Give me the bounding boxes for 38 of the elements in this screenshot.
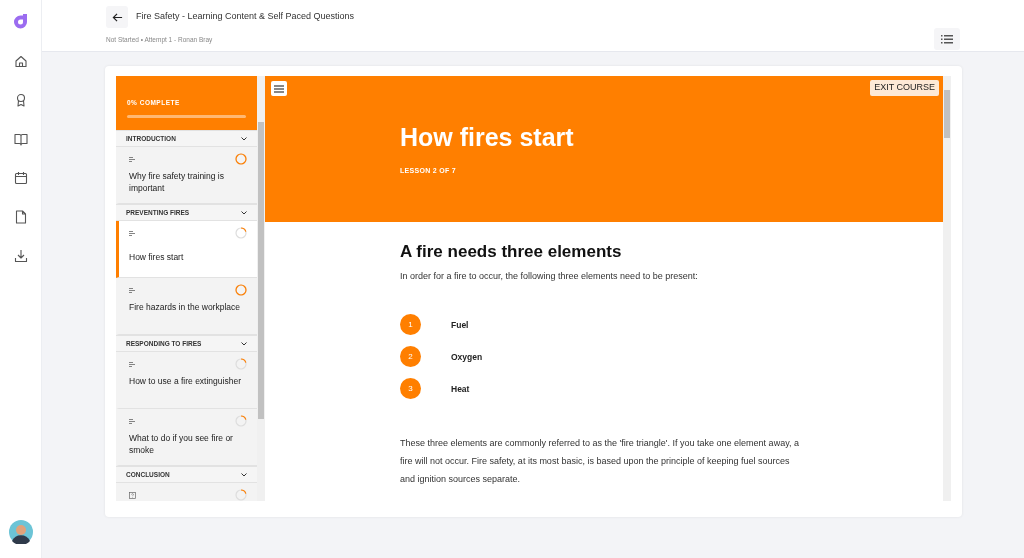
book-icon[interactable] <box>13 132 28 146</box>
back-button[interactable] <box>106 6 128 28</box>
section-heading: A fire needs three elements <box>400 242 623 263</box>
element-label: Fuel <box>451 318 469 332</box>
lesson-title: How to use a fire extinguisher <box>129 375 242 387</box>
lesson-title: How fires start <box>400 124 575 152</box>
number-badge: 3 <box>400 378 421 400</box>
lesson-title: What to do if you see fire or smoke <box>129 432 234 456</box>
back-arrow-icon <box>111 11 123 23</box>
question-square-icon <box>129 491 136 499</box>
body-paragraph: These three elements are commonly referred to as the 'fire triangle'. If you take one element away, a fire will not occur. Fire safety, at its most basic, is based upon the principle of keeping fuel sources and ignition sources separate. <box>400 436 800 486</box>
intro-text: In order for a fire to occur, the following three elements need to be present: <box>400 270 699 284</box>
number-badge: 2 <box>400 346 421 368</box>
menu-icon <box>274 84 284 93</box>
text-lines-icon <box>129 287 135 293</box>
lesson-title: Fire hazards in the workplace <box>129 301 242 313</box>
lesson-title: How fires start <box>129 251 185 263</box>
element-label: Heat <box>451 382 470 396</box>
text-lines-icon <box>129 156 135 162</box>
element-label: Oxygen <box>451 350 483 364</box>
text-lines-icon <box>129 418 135 424</box>
logo-icon <box>12 13 29 30</box>
calendar-icon[interactable] <box>13 171 28 185</box>
scrollbar[interactable] <box>943 76 951 501</box>
number-badge: 1 <box>400 314 421 336</box>
text-lines-icon <box>129 361 135 367</box>
list-icon <box>941 34 953 44</box>
outline-button[interactable] <box>934 28 960 50</box>
lesson-item[interactable]: How fires start <box>116 221 257 278</box>
course-title: Fire Safety - Learning Content & Self Paced Questions <box>136 10 355 24</box>
text-lines-icon <box>129 230 135 236</box>
file-icon[interactable] <box>13 210 28 224</box>
menu-button[interactable] <box>271 81 287 96</box>
home-icon[interactable] <box>13 54 28 68</box>
avatar[interactable] <box>8 520 33 544</box>
download-icon[interactable] <box>13 249 28 263</box>
exit-course-button[interactable]: EXIT COURSE <box>870 80 939 96</box>
lesson-title: Why fire safety training is important <box>129 170 225 194</box>
